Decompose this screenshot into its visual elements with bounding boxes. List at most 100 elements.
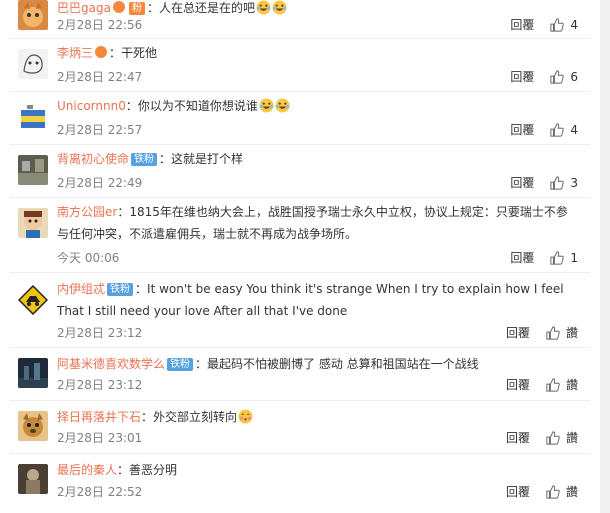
colon: ：	[125, 99, 138, 113]
comment-actions: 回覆 6	[510, 68, 578, 85]
fan-badge: 铁粉	[107, 283, 134, 296]
username[interactable]: 李炳三	[57, 46, 93, 60]
comment-text: 你以为不知道你想说谁	[137, 99, 258, 113]
comment-text: 外交部立刻转向	[153, 410, 238, 424]
avatar[interactable]	[18, 49, 48, 79]
username[interactable]: 巴巴gaga	[57, 1, 111, 15]
timestamp: 2月28日 23:12	[57, 326, 143, 340]
colon: ：	[159, 152, 172, 166]
comment-text: 人在总还是在的吧	[158, 1, 255, 15]
comment-item: 阿基米德喜欢数学么 铁粉 ：最起码不怕被删博了 感动 总算和祖国站在一个战线 2月2…	[0, 348, 600, 401]
like-count: 讚	[565, 431, 578, 445]
comment-body: 最后的秦人：善恶分明	[57, 459, 577, 481]
comment-body: 南方公园er：1815年在维也纳大会上，战胜国授予瑞士永久中立权，协议上规定：只…	[57, 201, 577, 245]
timestamp: 2月28日 23:12	[57, 378, 143, 392]
colon: ：	[109, 46, 122, 60]
comment-actions: 回覆 3	[510, 174, 578, 191]
timestamp: 2月28日 22:52	[57, 485, 143, 499]
thumbs-up-icon	[546, 484, 560, 499]
comment-body: 内伊组忒 铁粉 ：It won't be easy You think it's s…	[57, 278, 577, 322]
username[interactable]: 背离初心使命	[57, 152, 129, 166]
comment-item: 择日再落井下石：外交部立刻转向 2月28日 23:01 回覆 讚	[0, 401, 600, 454]
colon: ：	[117, 205, 130, 219]
like-count: 6	[570, 69, 578, 84]
reply-button[interactable]: 回覆	[510, 16, 534, 33]
like-count: 讚	[565, 485, 578, 499]
like-count: 1	[570, 250, 578, 265]
timestamp: 2月28日 22:57	[57, 123, 143, 137]
timestamp: 2月28日 22:49	[57, 176, 143, 190]
laugh-cry-emoji-icon	[259, 98, 274, 113]
like-button[interactable]: 讚	[546, 483, 578, 500]
like-button[interactable]: 讚	[546, 429, 578, 446]
comment-text: 最起码不怕被删博了 感动 总算和祖国站在一个战线	[207, 357, 479, 371]
thumbs-up-icon	[550, 250, 565, 265]
comment-item: 最后的秦人：善恶分明 2月28日 22:52 回覆 讚	[0, 454, 600, 513]
avatar[interactable]	[18, 285, 48, 315]
reply-button[interactable]: 回覆	[510, 121, 534, 138]
like-button[interactable]: 讚	[546, 376, 578, 393]
comment-body: 阿基米德喜欢数学么 铁粉 ：最起码不怕被删博了 感动 总算和祖国站在一个战线	[57, 353, 577, 375]
reply-button[interactable]: 回覆	[506, 483, 530, 500]
comment-actions: 回覆 4	[510, 121, 578, 138]
username[interactable]: 最后的秦人	[57, 463, 117, 477]
reply-button[interactable]: 回覆	[510, 174, 534, 191]
comment-body: 李炳三 ：干死他	[57, 42, 577, 64]
like-button[interactable]: 4	[550, 123, 578, 137]
colon: ：	[135, 282, 148, 296]
like-count: 讚	[565, 378, 578, 392]
colon: ：	[146, 1, 159, 15]
avatar[interactable]	[18, 102, 48, 132]
comment-item: 南方公园er：1815年在维也纳大会上，战胜国授予瑞士永久中立权，协议上规定：只…	[0, 198, 600, 273]
like-button[interactable]: 4	[550, 18, 578, 32]
like-count: 4	[570, 17, 578, 32]
comment-body: 背离初心使命 铁粉 ：这就是打个样	[57, 148, 577, 170]
colon: ：	[117, 463, 130, 477]
comment-actions: 回覆 讚	[506, 429, 578, 446]
reply-button[interactable]: 回覆	[510, 68, 534, 85]
thumbs-up-icon	[550, 175, 565, 190]
comment-actions: 回覆 讚	[506, 483, 578, 500]
comment-item: 李炳三 ：干死他 2月28日 22:47 回覆 6	[0, 39, 600, 92]
reply-button[interactable]: 回覆	[510, 249, 534, 266]
fan-badge: 粉	[128, 2, 145, 15]
username[interactable]: 内伊组忒	[57, 282, 105, 296]
timestamp: 2月28日 22:47	[57, 70, 143, 84]
avatar[interactable]	[18, 358, 48, 388]
avatar[interactable]	[18, 0, 48, 30]
comment-item: 背离初心使命 铁粉 ：这就是打个样 2月28日 22:49 回覆 3	[0, 145, 600, 198]
vip-icon	[95, 46, 108, 58]
like-button[interactable]: 3	[550, 176, 578, 190]
comment-actions: 回覆 讚	[506, 324, 578, 341]
laugh-cry-emoji-icon	[256, 0, 271, 15]
avatar[interactable]	[18, 208, 48, 238]
like-button[interactable]: 讚	[546, 324, 578, 341]
thumbs-up-icon	[550, 17, 565, 32]
timestamp: 今天 00:06	[57, 251, 120, 265]
username[interactable]: 阿基米德喜欢数学么	[57, 357, 165, 371]
scrollbar[interactable]	[600, 0, 610, 513]
username[interactable]: 南方公园er	[57, 205, 117, 219]
like-count: 3	[570, 175, 578, 190]
comment-item: 巴巴gaga 粉：人在总还是在的吧 2月28日 22:56 回覆 4	[0, 0, 600, 39]
reply-button[interactable]: 回覆	[506, 324, 530, 341]
avatar[interactable]	[18, 464, 48, 494]
comment-list: 巴巴gaga 粉：人在总还是在的吧 2月28日 22:56 回覆 4 李炳三 ：干死…	[0, 0, 600, 513]
comment-actions: 回覆 4	[510, 16, 578, 33]
colon: ：	[195, 357, 208, 371]
comment-item: Unicornnn0：你以为不知道你想说谁 2月28日 22:57 回覆 4	[0, 92, 600, 145]
comment-actions: 回覆 1	[510, 249, 578, 266]
comment-actions: 回覆 讚	[506, 376, 578, 393]
shy-face-emoji-icon	[238, 409, 253, 424]
colon: ：	[141, 410, 154, 424]
avatar[interactable]	[18, 411, 48, 441]
comment-text: 善恶分明	[129, 463, 178, 477]
avatar[interactable]	[18, 155, 48, 185]
reply-button[interactable]: 回覆	[506, 376, 530, 393]
thumbs-up-icon	[546, 430, 560, 445]
username[interactable]: 择日再落井下石	[57, 410, 141, 424]
username[interactable]: Unicornnn0	[57, 99, 126, 113]
like-button[interactable]: 6	[550, 70, 578, 84]
like-button[interactable]: 1	[550, 251, 578, 265]
reply-button[interactable]: 回覆	[506, 429, 530, 446]
